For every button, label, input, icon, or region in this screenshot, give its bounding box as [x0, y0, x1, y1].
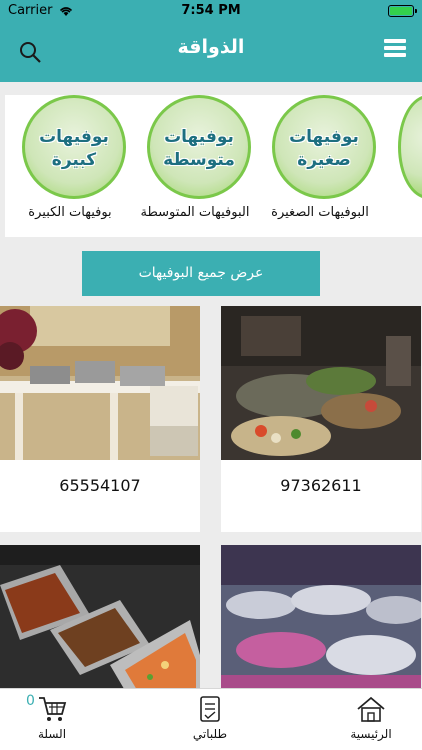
product-card[interactable]	[0, 545, 200, 699]
category-label-medium: البوفيهات المتوسطة	[140, 205, 250, 220]
buffet-photo	[0, 306, 200, 460]
hamburger-menu-icon[interactable]	[384, 36, 410, 62]
category-label-large: بوفيهات الكبيرة	[28, 205, 112, 220]
product-card[interactable]	[221, 545, 421, 699]
tab-cart-label: السلة	[37, 727, 67, 741]
app-title: الذواقة	[177, 36, 245, 58]
category-label-small: البوفيهات الصغيرة	[271, 205, 369, 220]
category-image-medium: بوفيهات متوسطة	[147, 95, 251, 199]
tab-my-orders[interactable]: طلباتي	[160, 695, 260, 741]
category-large-buffets[interactable]: بوفيهات كبيرة بوفيهات الكبيرة	[10, 95, 130, 237]
status-time: 7:54 PM	[181, 3, 241, 18]
buffet-photo	[221, 545, 421, 699]
buffet-photo	[0, 545, 200, 699]
product-card[interactable]: 97362611	[221, 306, 421, 532]
cart-count-badge: 0	[26, 693, 35, 709]
cart-icon	[39, 697, 67, 721]
category-image-large: بوفيهات كبيرة	[22, 95, 126, 199]
app-header: Carrier 7:54 PM الذواقة	[0, 0, 422, 82]
product-phone: 97362611	[280, 476, 362, 495]
category-circle-partial[interactable]	[398, 95, 422, 199]
category-carousel[interactable]: بوفيهات كبيرة بوفيهات الكبيرة بوفيهات متوس…	[5, 95, 422, 237]
tab-home[interactable]: الرئيسية	[321, 695, 421, 741]
product-card[interactable]: 65554107	[0, 306, 200, 532]
tab-orders-label: طلباتي	[192, 727, 228, 741]
show-all-buffets-button[interactable]: عرض جميع البوفيهات	[82, 251, 320, 296]
category-small-buffets[interactable]: بوفيهات صغيرة البوفيهات الصغيرة	[260, 95, 380, 237]
status-bar: Carrier 7:54 PM	[0, 0, 422, 22]
battery-icon	[388, 5, 417, 17]
category-image-small: بوفيهات صغيرة	[272, 95, 376, 199]
tab-home-label: الرئيسية	[350, 727, 392, 741]
home-icon	[357, 696, 385, 722]
buffet-photo	[221, 306, 421, 460]
tab-cart[interactable]: السلة	[2, 695, 102, 741]
orders-icon	[200, 696, 220, 722]
bottom-tab-bar: الرئيسية طلباتي السلة 0	[0, 688, 422, 750]
product-phone: 65554107	[59, 476, 141, 495]
category-medium-buffets[interactable]: بوفيهات متوسطة البوفيهات المتوسطة	[135, 95, 255, 237]
